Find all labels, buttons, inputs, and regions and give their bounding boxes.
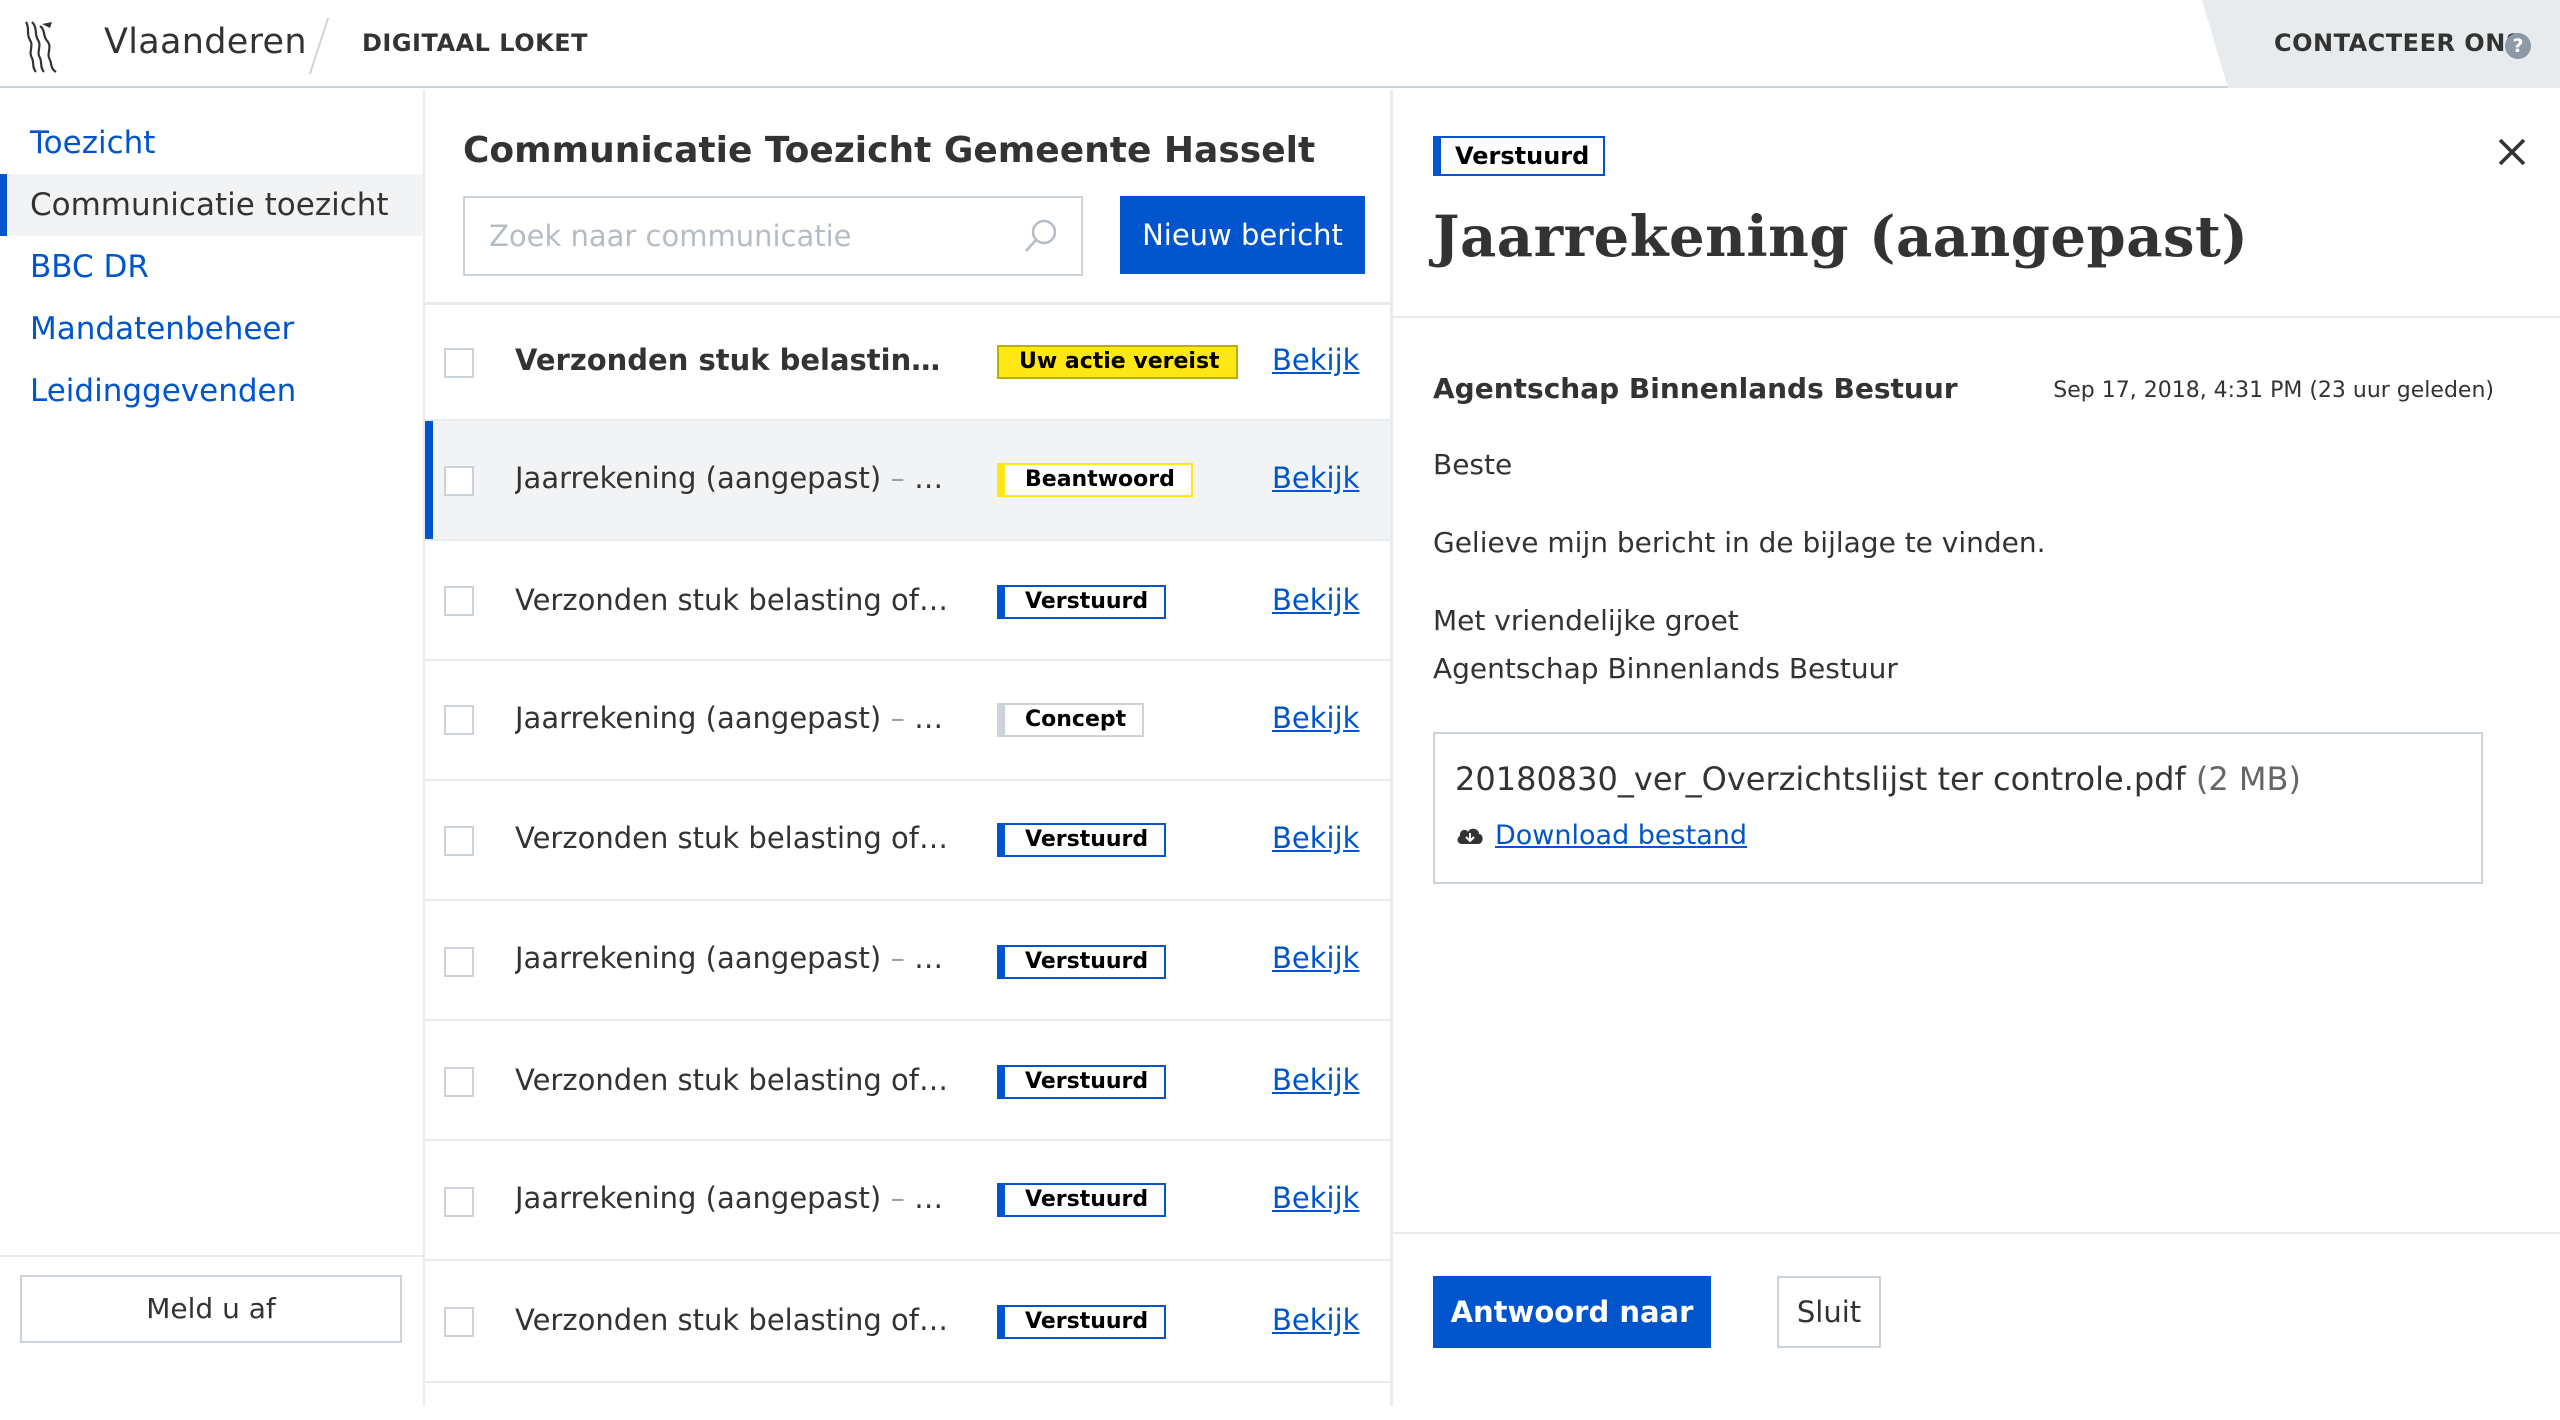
list-row[interactable]: Jaarrekening (aangepast) – Af... Concept… bbox=[425, 661, 1390, 781]
view-link[interactable]: Bekijk bbox=[1272, 1303, 1359, 1337]
row-checkbox[interactable] bbox=[444, 586, 474, 616]
communication-list-panel: Communicatie Toezicht Gemeente Hasselt N… bbox=[425, 90, 1393, 1406]
sidebar-item-bbc-dr[interactable]: BBC DR bbox=[0, 236, 423, 298]
detail-footer-divider bbox=[1393, 1232, 2560, 1234]
row-checkbox[interactable] bbox=[444, 1067, 474, 1097]
app-subtitle[interactable]: DIGITAAL LOKET bbox=[362, 29, 588, 57]
close-button[interactable]: Sluit bbox=[1777, 1276, 1881, 1348]
list-row[interactable]: Verzonden stuk belasting of ... Uw actie… bbox=[425, 305, 1390, 421]
view-link[interactable]: Bekijk bbox=[1272, 701, 1359, 735]
logout-button[interactable]: Meld u af bbox=[20, 1275, 402, 1343]
detail-divider bbox=[1393, 316, 2560, 318]
row-subject[interactable]: Verzonden stuk belasting of r... bbox=[515, 1303, 955, 1337]
contact-label: CONTACTEER ONS bbox=[2274, 29, 2524, 57]
search-box[interactable] bbox=[463, 196, 1083, 276]
status-badge: Concept bbox=[997, 703, 1145, 737]
message-detail-panel: Verstuurd Jaarrekening (aangepast) Agent… bbox=[1393, 90, 2560, 1406]
message-greeting: Beste bbox=[1433, 448, 1513, 481]
list-row[interactable]: Verzonden stuk belasting of re... Verstu… bbox=[425, 541, 1390, 661]
view-link[interactable]: Bekijk bbox=[1272, 461, 1359, 495]
cloud-download-icon[interactable] bbox=[1455, 824, 1485, 848]
view-link[interactable]: Bekijk bbox=[1272, 821, 1359, 855]
view-link[interactable]: Bekijk bbox=[1272, 343, 1359, 377]
help-icon: ? bbox=[2505, 33, 2531, 59]
view-link[interactable]: Bekijk bbox=[1272, 583, 1359, 617]
message-list: Verzonden stuk belasting of ... Uw actie… bbox=[425, 302, 1390, 1383]
list-row-selected[interactable]: Jaarrekening (aangepast) – Af... Beantwo… bbox=[425, 421, 1390, 541]
search-icon[interactable] bbox=[1021, 216, 1061, 256]
list-row[interactable]: Jaarrekening (aangepast) – Af... Verstuu… bbox=[425, 901, 1390, 1021]
status-badge: Beantwoord bbox=[997, 463, 1193, 497]
row-subject[interactable]: Jaarrekening (aangepast) – Af... bbox=[515, 701, 955, 735]
attachment-filename: 20180830_ver_Overzichtslijst ter control… bbox=[1455, 760, 2301, 798]
detail-title: Jaarrekening (aangepast) bbox=[1433, 204, 2249, 270]
sidebar-item-communicatie-toezicht[interactable]: Communicatie toezicht bbox=[0, 174, 423, 236]
row-subject[interactable]: Verzonden stuk belasting of ... bbox=[515, 343, 955, 377]
row-checkbox[interactable] bbox=[444, 1187, 474, 1217]
list-row[interactable]: Verzonden stuk belasting of r... Verstuu… bbox=[425, 1261, 1390, 1383]
brand-name[interactable]: Vlaanderen bbox=[104, 22, 307, 62]
row-subject[interactable]: Jaarrekening (aangepast) – Af... bbox=[515, 1181, 955, 1215]
row-checkbox[interactable] bbox=[444, 826, 474, 856]
top-header: Vlaanderen DIGITAAL LOKET CONTACTEER ONS… bbox=[0, 0, 2560, 88]
vlaanderen-lion-logo-icon[interactable] bbox=[20, 18, 60, 74]
row-subject[interactable]: Verzonden stuk belasting of r... bbox=[515, 1063, 955, 1097]
message-closing: Met vriendelijke groet bbox=[1433, 604, 1739, 637]
sidebar-footer-divider bbox=[0, 1255, 423, 1257]
list-row[interactable]: Jaarrekening (aangepast) – Af... Verstuu… bbox=[425, 1141, 1390, 1261]
status-badge: Verstuurd bbox=[997, 1305, 1167, 1339]
sidebar-item-leidinggevenden[interactable]: Leidinggevenden bbox=[0, 360, 423, 422]
row-checkbox[interactable] bbox=[444, 947, 474, 977]
search-input[interactable] bbox=[487, 198, 1011, 274]
detail-status-badge: Verstuurd bbox=[1433, 136, 1606, 176]
header-divider bbox=[308, 18, 330, 74]
row-subject[interactable]: Jaarrekening (aangepast) – Af... bbox=[515, 461, 955, 495]
list-row[interactable]: Verzonden stuk belasting of r... Verstuu… bbox=[425, 781, 1390, 901]
sidebar-item-mandatenbeheer[interactable]: Mandatenbeheer bbox=[0, 298, 423, 360]
close-icon[interactable] bbox=[2492, 132, 2532, 172]
view-link[interactable]: Bekijk bbox=[1272, 1181, 1359, 1215]
row-subject[interactable]: Verzonden stuk belasting of r... bbox=[515, 821, 955, 855]
status-badge: Uw actie vereist bbox=[997, 345, 1238, 379]
row-subject[interactable]: Jaarrekening (aangepast) – Af... bbox=[515, 941, 955, 975]
status-badge: Verstuurd bbox=[997, 585, 1167, 619]
message-text: Gelieve mijn bericht in de bijlage te vi… bbox=[1433, 526, 2046, 559]
download-file-link[interactable]: Download bestand bbox=[1495, 820, 1747, 851]
message-timestamp: Sep 17, 2018, 4:31 PM (23 uur geleden) bbox=[2053, 378, 2494, 403]
row-checkbox[interactable] bbox=[444, 1307, 474, 1337]
view-link[interactable]: Bekijk bbox=[1272, 1063, 1359, 1097]
list-title: Communicatie Toezicht Gemeente Hasselt bbox=[463, 130, 1316, 171]
row-checkbox[interactable] bbox=[444, 348, 474, 378]
row-subject[interactable]: Verzonden stuk belasting of re... bbox=[515, 583, 955, 617]
message-sender: Agentschap Binnenlands Bestuur bbox=[1433, 372, 1958, 405]
attachment-card: 20180830_ver_Overzichtslijst ter control… bbox=[1433, 732, 2483, 884]
list-row[interactable]: Verzonden stuk belasting of r... Verstuu… bbox=[425, 1021, 1390, 1141]
row-checkbox[interactable] bbox=[444, 705, 474, 735]
sidebar-nav: Toezicht Communicatie toezicht BBC DR Ma… bbox=[0, 90, 425, 1406]
row-checkbox[interactable] bbox=[444, 466, 474, 496]
message-signature: Agentschap Binnenlands Bestuur bbox=[1433, 652, 1898, 685]
reply-button[interactable]: Antwoord naar ABB bbox=[1433, 1276, 1711, 1401]
new-message-button[interactable]: Nieuw bericht bbox=[1120, 196, 1365, 274]
status-badge: Verstuurd bbox=[997, 823, 1167, 857]
contact-button[interactable]: CONTACTEER ONS ? bbox=[2202, 0, 2560, 88]
status-badge: Verstuurd bbox=[997, 1065, 1167, 1099]
status-badge: Verstuurd bbox=[997, 945, 1167, 979]
sidebar-item-toezicht[interactable]: Toezicht bbox=[0, 112, 423, 174]
view-link[interactable]: Bekijk bbox=[1272, 941, 1359, 975]
status-badge: Verstuurd bbox=[997, 1183, 1167, 1217]
attachment-size: (2 MB) bbox=[2195, 760, 2301, 798]
